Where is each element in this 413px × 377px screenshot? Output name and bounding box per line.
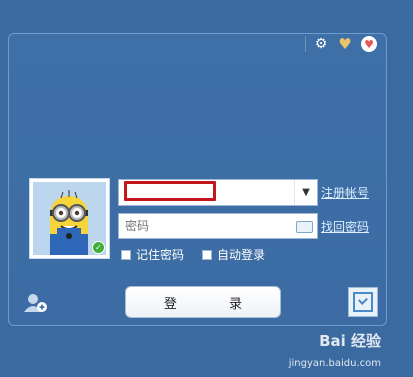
baidu-watermark: Bai 经验 (319, 332, 381, 350)
baidu-watermark-url: jingyan.baidu.com (288, 358, 381, 369)
password-input[interactable] (119, 214, 289, 238)
qr-check-icon (353, 292, 373, 312)
separator (305, 36, 306, 52)
register-link[interactable]: 注册帐号 (321, 184, 369, 201)
account-field[interactable]: ▼ (118, 179, 318, 206)
remember-password-option[interactable]: 记住密码 (121, 246, 184, 263)
login-window: ⚙ ♥ ♥ ✓ ▼ 注册帐号 找回密码 记住密码 自动登录 登 录 (8, 33, 387, 326)
online-status-icon: ✓ (92, 241, 105, 254)
redacted-account-highlight (124, 181, 216, 201)
avatar[interactable]: ✓ (29, 178, 110, 259)
auto-login-checkbox[interactable] (202, 249, 212, 260)
auto-login-option[interactable]: 自动登录 (202, 246, 265, 263)
top-toolbar: ⚙ ♥ ♥ (305, 35, 378, 53)
remember-password-checkbox[interactable] (121, 249, 131, 260)
auto-login-label: 自动登录 (217, 248, 266, 262)
password-field[interactable] (118, 213, 318, 239)
qr-login-icon[interactable] (348, 287, 378, 317)
remember-password-label: 记住密码 (136, 248, 185, 262)
avatar-image: ✓ (33, 182, 106, 255)
recover-password-link[interactable]: 找回密码 (321, 218, 369, 235)
keyboard-icon[interactable] (296, 221, 313, 233)
heart-icon[interactable]: ♥ (336, 35, 354, 53)
mood-icon[interactable]: ♥ (361, 36, 377, 52)
mood-icon-wrapper[interactable]: ♥ (360, 35, 378, 53)
chevron-down-icon[interactable]: ▼ (294, 180, 317, 205)
settings-icon[interactable]: ⚙ (312, 35, 330, 53)
login-button[interactable]: 登 录 (125, 286, 281, 318)
add-account-icon[interactable] (23, 292, 49, 314)
